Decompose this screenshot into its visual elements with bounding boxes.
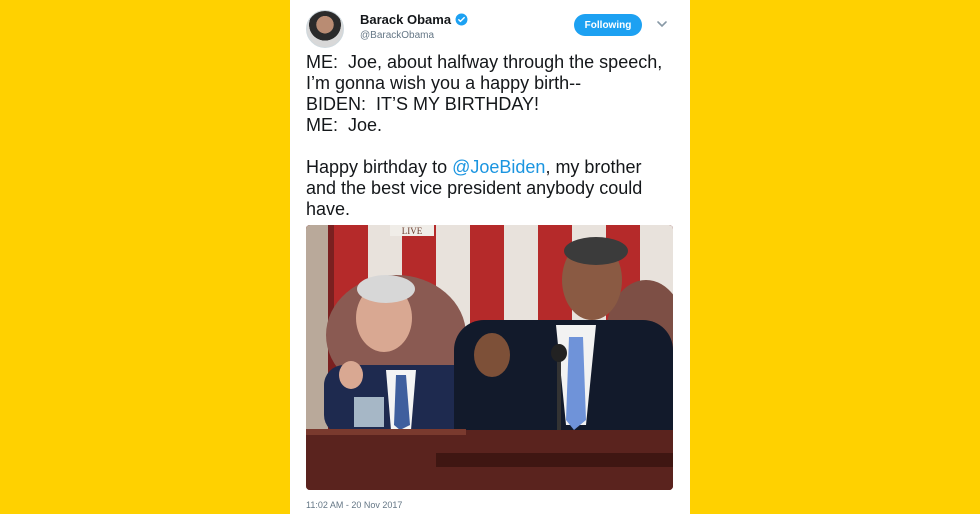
tweet-header: Barack Obama @BarackObama Following <box>306 10 674 50</box>
author-handle[interactable]: @BarackObama <box>360 30 434 41</box>
tweet-card: Barack Obama @BarackObama Following ME: … <box>290 0 690 514</box>
author-name[interactable]: Barack Obama <box>360 12 451 27</box>
avatar[interactable] <box>306 10 344 48</box>
following-button[interactable]: Following <box>574 14 642 36</box>
tweet-timestamp[interactable]: 11:02 AM - 20 Nov 2017 <box>306 500 402 510</box>
tweet-line: BIDEN: IT’S MY BIRTHDAY! <box>306 94 540 114</box>
tweet-text: ME: Joe, about halfway through the speec… <box>306 52 678 220</box>
media-image: LIVE <box>306 225 673 490</box>
author-line: Barack Obama <box>360 12 468 27</box>
tweet-line: ME: Joe. <box>306 115 383 135</box>
tweet-line: I’m gonna wish you a happy birth-- <box>306 73 582 93</box>
tweet-media[interactable]: LIVE <box>306 225 673 490</box>
verified-badge-icon <box>455 13 468 26</box>
mention-link[interactable]: @JoeBiden <box>452 157 545 177</box>
live-badge: LIVE <box>402 226 423 236</box>
tweet-text-pre-mention: Happy birthday to <box>306 157 453 177</box>
chevron-down-icon[interactable] <box>656 18 668 30</box>
tweet-line: ME: Joe, about halfway through the speec… <box>306 52 663 72</box>
